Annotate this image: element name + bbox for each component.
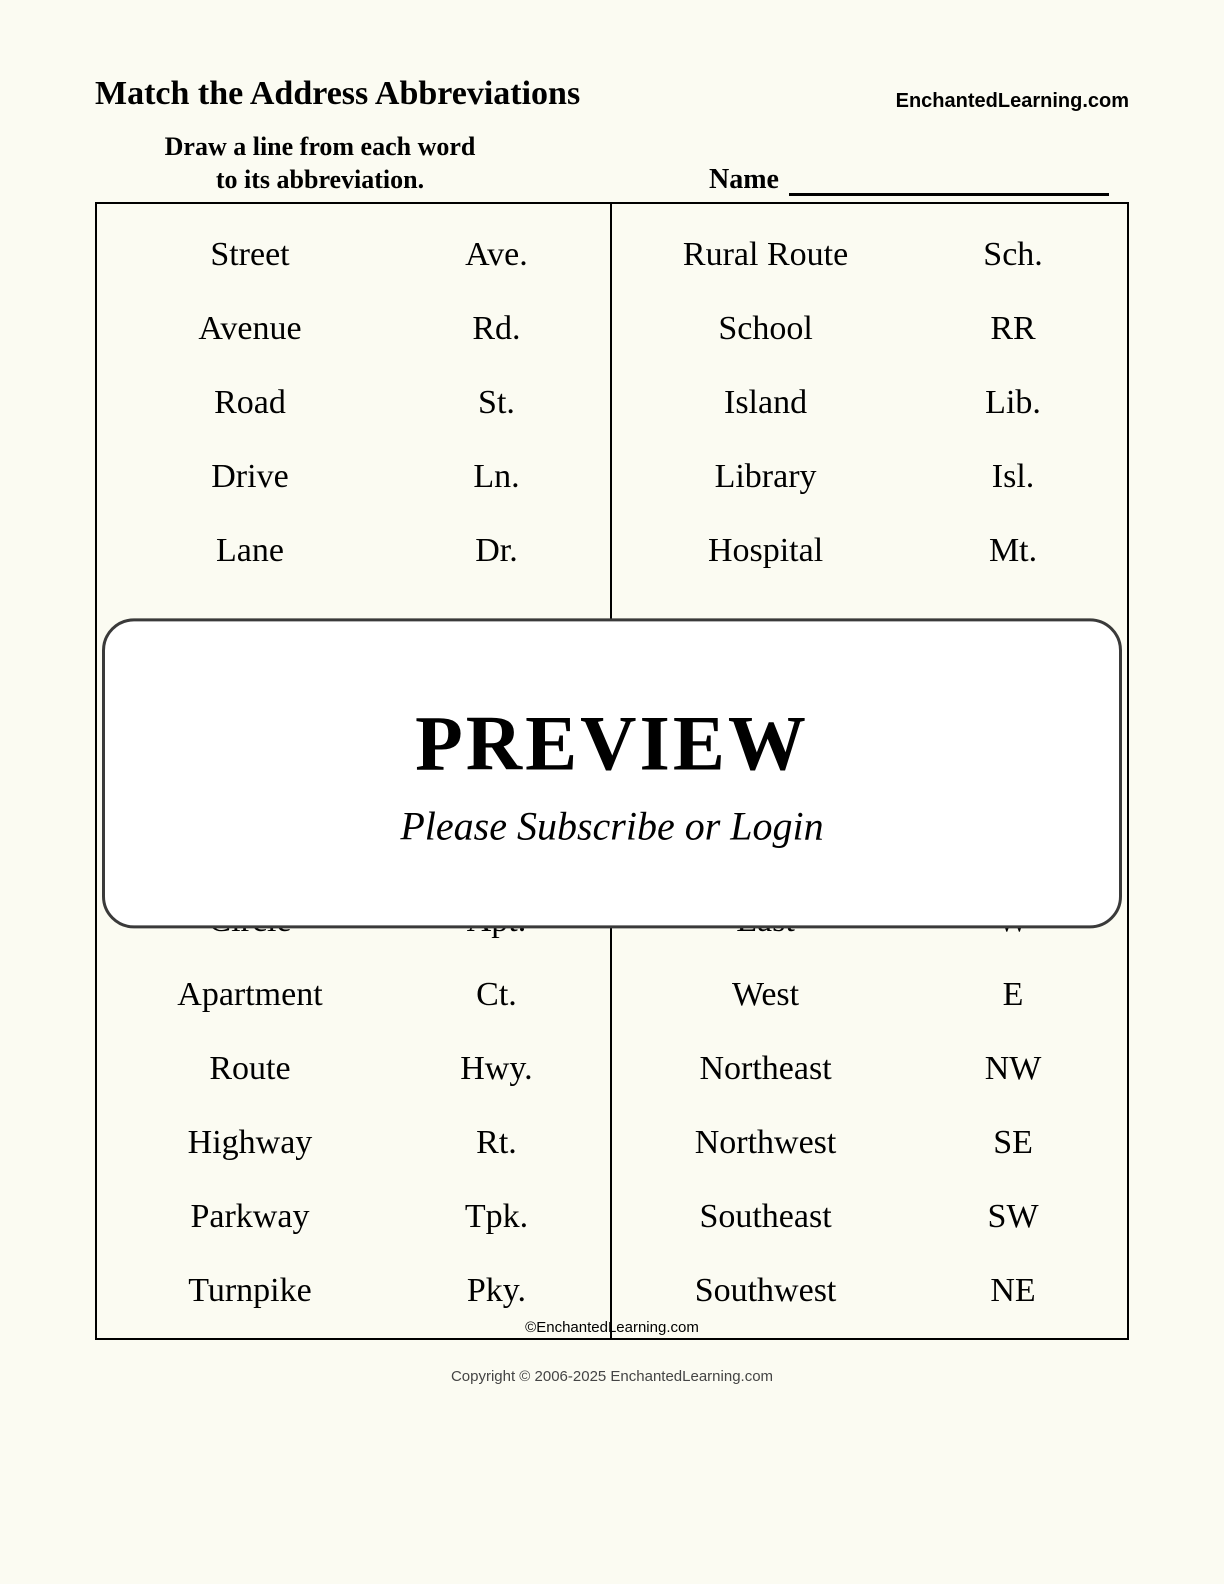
abbr: Ct. (393, 976, 600, 1014)
subheader: Draw a line from each word to its abbrev… (95, 131, 1129, 196)
overlay-title: PREVIEW (415, 698, 809, 788)
name-input-line[interactable] (789, 168, 1109, 196)
instruction-text: Draw a line from each word to its abbrev… (115, 131, 525, 196)
abbr: SE (909, 1124, 1117, 1162)
list-item: NortheastNW (622, 1032, 1117, 1106)
list-item: LibraryIsl. (622, 440, 1117, 514)
list-item: RouteHwy. (107, 1032, 600, 1106)
word: Drive (107, 458, 393, 496)
list-item: SoutheastSW (622, 1180, 1117, 1254)
word: Street (107, 236, 393, 274)
name-label: Name (709, 164, 779, 196)
list-item: NorthwestSE (622, 1106, 1117, 1180)
abbr: Lib. (909, 384, 1117, 422)
word: Southwest (622, 1272, 909, 1310)
header-row: Match the Address Abbreviations Enchante… (95, 75, 1129, 113)
word: Lane (107, 532, 393, 570)
list-item: Rural RouteSch. (622, 218, 1117, 292)
list-item: SouthwestNE (622, 1254, 1117, 1328)
list-item: LaneDr. (107, 514, 600, 588)
word: Route (107, 1050, 393, 1088)
instruction-line2: to its abbreviation. (216, 165, 424, 194)
sheet-copyright: ©EnchantedLearning.com (525, 1319, 699, 1336)
list-item: IslandLib. (622, 366, 1117, 440)
abbr: Ave. (393, 236, 600, 274)
list-item: StreetAve. (107, 218, 600, 292)
page-title: Match the Address Abbreviations (95, 75, 580, 113)
word: Apartment (107, 976, 393, 1014)
abbr: Rd. (393, 310, 600, 348)
word: Road (107, 384, 393, 422)
abbr: Dr. (393, 532, 600, 570)
abbr: Mt. (909, 532, 1117, 570)
word: Northwest (622, 1124, 909, 1162)
word: Turnpike (107, 1272, 393, 1310)
list-item: DriveLn. (107, 440, 600, 514)
overlay-subtitle: Please Subscribe or Login (400, 802, 823, 849)
word: Avenue (107, 310, 393, 348)
list-item: HospitalMt. (622, 514, 1117, 588)
word: Island (622, 384, 909, 422)
word: Library (622, 458, 909, 496)
abbr: NE (909, 1272, 1117, 1310)
list-item: SchoolRR (622, 292, 1117, 366)
instruction-line1: Draw a line from each word (165, 132, 476, 161)
list-item: AvenueRd. (107, 292, 600, 366)
list-item: RoadSt. (107, 366, 600, 440)
abbr: Ln. (393, 458, 600, 496)
page-footer: Copyright © 2006-2025 EnchantedLearning.… (95, 1368, 1129, 1385)
abbr: St. (393, 384, 600, 422)
abbr: E (909, 976, 1117, 1014)
word: Southeast (622, 1198, 909, 1236)
abbr: Pky. (393, 1272, 600, 1310)
word: West (622, 976, 909, 1014)
abbr: NW (909, 1050, 1117, 1088)
abbr: Isl. (909, 458, 1117, 496)
word: Highway (107, 1124, 393, 1162)
list-item: HighwayRt. (107, 1106, 600, 1180)
brand-label: EnchantedLearning.com (896, 90, 1129, 113)
word: School (622, 310, 909, 348)
abbr: Sch. (909, 236, 1117, 274)
list-item: ParkwayTpk. (107, 1180, 600, 1254)
word: Rural Route (622, 236, 909, 274)
abbr: SW (909, 1198, 1117, 1236)
list-item: TurnpikePky. (107, 1254, 600, 1328)
word: Northeast (622, 1050, 909, 1088)
abbr: Hwy. (393, 1050, 600, 1088)
preview-overlay: PREVIEW Please Subscribe or Login (102, 618, 1122, 928)
abbr: Rt. (393, 1124, 600, 1162)
abbr: Tpk. (393, 1198, 600, 1236)
abbr: RR (909, 310, 1117, 348)
list-item: ApartmentCt. (107, 958, 600, 1032)
list-item: WestE (622, 958, 1117, 1032)
word: Hospital (622, 532, 909, 570)
name-block: Name (709, 164, 1109, 196)
word: Parkway (107, 1198, 393, 1236)
